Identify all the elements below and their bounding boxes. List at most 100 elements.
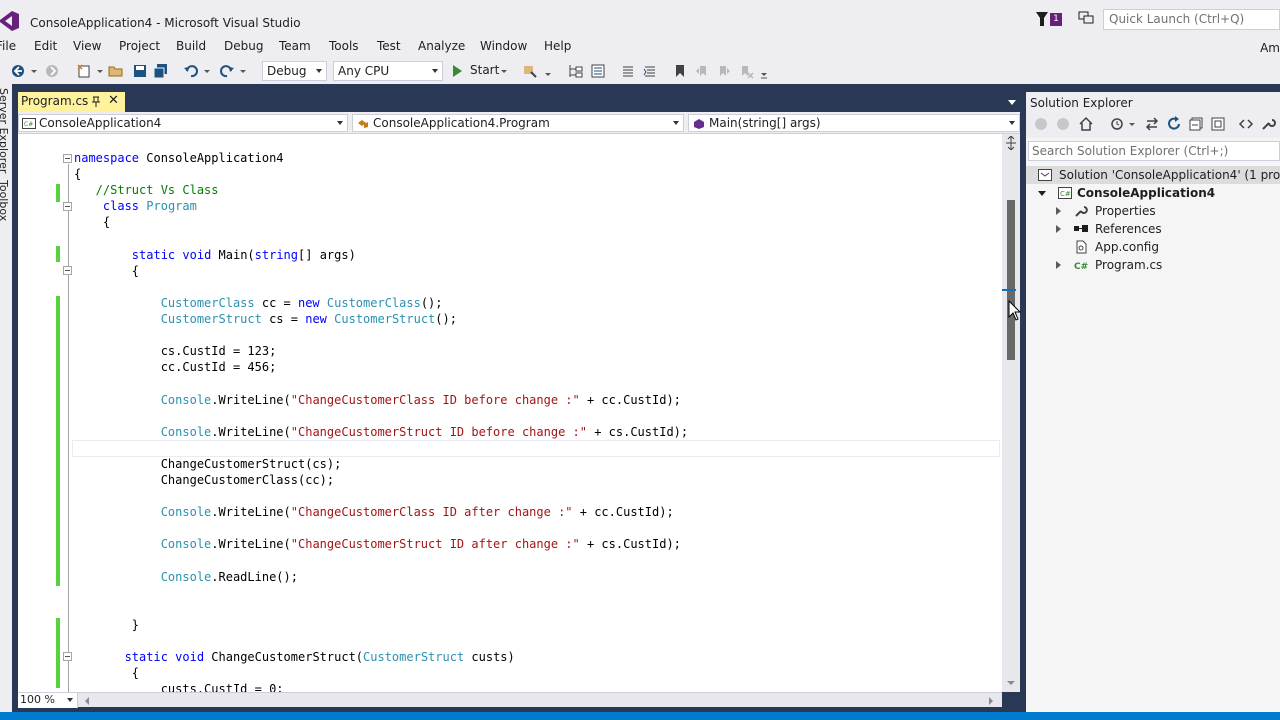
- collapse-main-icon[interactable]: [63, 266, 72, 275]
- menu-build[interactable]: Build: [176, 39, 206, 53]
- tree-item-properties[interactable]: Properties: [1026, 202, 1280, 220]
- filter-dropdown-icon[interactable]: [1128, 117, 1136, 131]
- split-window-icon[interactable]: [1005, 136, 1017, 150]
- save-icon[interactable]: [132, 63, 148, 79]
- expand-arrow-icon[interactable]: [1056, 225, 1061, 233]
- menu-test[interactable]: Test: [377, 39, 401, 53]
- code-line[interactable]: ChangeCustomerClass(cc);: [74, 473, 334, 487]
- code-line[interactable]: cs.CustId = 123;: [74, 344, 277, 358]
- code-line[interactable]: Console.WriteLine("ChangeCustomerStruct …: [74, 425, 688, 439]
- scrollbar-thumb[interactable]: [1007, 200, 1015, 360]
- bookmark-icon[interactable]: [672, 63, 688, 79]
- find-in-files-icon[interactable]: [522, 63, 538, 79]
- pin-icon[interactable]: [91, 96, 101, 108]
- code-line[interactable]: class Program: [74, 199, 197, 213]
- code-line[interactable]: {: [74, 215, 110, 229]
- code-line[interactable]: Console.WriteLine("ChangeCustomerClass I…: [74, 393, 681, 407]
- scroll-down-icon[interactable]: [1007, 679, 1015, 687]
- properties-window-icon[interactable]: [590, 63, 606, 79]
- code-line[interactable]: ChangeCustomerStruct(cs);: [74, 457, 342, 471]
- collapse-method-icon[interactable]: [63, 652, 72, 661]
- navigate-forward-icon[interactable]: [44, 63, 60, 79]
- undo-dropdown-icon[interactable]: [203, 63, 211, 79]
- solution-search-input[interactable]: Search Solution Explorer (Ctrl+;): [1028, 141, 1280, 161]
- pending-changes-filter-icon[interactable]: [1110, 117, 1124, 131]
- open-file-icon[interactable]: [108, 63, 124, 79]
- project-nav-select[interactable]: C# ConsoleApplication4: [18, 114, 348, 132]
- code-line[interactable]: Console.WriteLine("ChangeCustomerClass I…: [74, 505, 674, 519]
- code-line[interactable]: {: [74, 264, 139, 278]
- type-nav-select[interactable]: ConsoleApplication4.Program: [352, 114, 684, 132]
- solution-explorer-toggle-icon[interactable]: [568, 63, 584, 79]
- refresh-icon[interactable]: [1166, 116, 1182, 132]
- menu-project[interactable]: Project: [119, 39, 160, 53]
- menu-help[interactable]: Help: [544, 39, 571, 53]
- member-nav-select[interactable]: Main(string[] args): [688, 114, 1020, 132]
- server-explorer-tab[interactable]: Server Explorer: [0, 88, 10, 173]
- scroll-right-icon[interactable]: [988, 697, 994, 705]
- menu-debug[interactable]: Debug: [224, 39, 263, 53]
- code-editor[interactable]: namespace ConsoleApplication4 { //Struct …: [18, 134, 1002, 692]
- solution-platform-select[interactable]: Any CPU: [333, 61, 443, 81]
- save-all-icon[interactable]: [153, 63, 169, 79]
- menu-team[interactable]: Team: [279, 39, 311, 53]
- next-bookmark-icon[interactable]: [716, 63, 732, 79]
- code-line[interactable]: static void Main(string[] args): [74, 248, 356, 262]
- code-line[interactable]: cc.CustId = 456;: [74, 360, 277, 374]
- find-dropdown-icon[interactable]: [544, 63, 552, 79]
- home-icon[interactable]: [1078, 116, 1094, 132]
- redo-icon[interactable]: [219, 63, 235, 79]
- zoom-level-select[interactable]: 100 %: [18, 693, 78, 708]
- menu-view[interactable]: View: [73, 39, 101, 53]
- feedback-icon[interactable]: [1078, 11, 1094, 25]
- undo-icon[interactable]: [183, 63, 199, 79]
- collapse-arrow-icon[interactable]: [1038, 191, 1046, 196]
- tree-item-project[interactable]: C# ConsoleApplication4: [1026, 184, 1280, 202]
- toolbar-options-icon[interactable]: [760, 63, 768, 79]
- active-files-dropdown-icon[interactable]: [1008, 100, 1016, 105]
- view-code-icon[interactable]: [1238, 116, 1254, 132]
- tree-item-references[interactable]: References: [1026, 220, 1280, 238]
- scroll-left-icon[interactable]: [84, 697, 90, 705]
- code-line[interactable]: Console.ReadLine();: [74, 570, 298, 584]
- clear-bookmarks-icon[interactable]: [738, 63, 754, 79]
- code-line[interactable]: namespace ConsoleApplication4: [74, 151, 284, 165]
- code-line[interactable]: }: [74, 618, 139, 632]
- notifications-button[interactable]: 1: [1036, 12, 1066, 28]
- redo-dropdown-icon[interactable]: [239, 63, 247, 79]
- code-line[interactable]: {: [74, 666, 139, 680]
- vertical-scrollbar[interactable]: [1002, 134, 1020, 692]
- comment-lines-icon[interactable]: [620, 63, 636, 79]
- quick-launch-input[interactable]: Quick Launch (Ctrl+Q): [1103, 9, 1280, 30]
- menu-edit[interactable]: Edit: [34, 39, 57, 53]
- code-line[interactable]: CustomerClass cc = new CustomerClass();: [74, 296, 443, 310]
- tab-program-cs[interactable]: Program.cs ✕: [18, 92, 125, 112]
- user-account[interactable]: Am: [1260, 41, 1280, 55]
- start-dropdown-icon[interactable]: [500, 63, 508, 79]
- uncomment-lines-icon[interactable]: [642, 63, 658, 79]
- new-project-dropdown-icon[interactable]: [96, 63, 104, 79]
- code-line[interactable]: CustomerStruct cs = new CustomerStruct()…: [74, 312, 457, 326]
- back-dropdown-icon[interactable]: [30, 63, 38, 79]
- menu-window[interactable]: Window: [480, 39, 527, 53]
- code-line[interactable]: Console.WriteLine("ChangeCustomerStruct …: [74, 537, 681, 551]
- menu-analyze[interactable]: Analyze: [418, 39, 465, 53]
- navigate-back-icon[interactable]: [10, 63, 26, 79]
- code-line[interactable]: static void ChangeCustomerStruct(Custome…: [74, 650, 515, 664]
- collapse-namespace-icon[interactable]: [63, 154, 72, 163]
- show-all-files-icon[interactable]: [1210, 116, 1226, 132]
- previous-bookmark-icon[interactable]: [694, 63, 710, 79]
- properties-wrench-icon[interactable]: [1260, 116, 1276, 132]
- toolbox-tab[interactable]: Toolbox: [0, 180, 10, 221]
- close-tab-icon[interactable]: ✕: [108, 93, 119, 108]
- collapse-all-icon[interactable]: [1188, 116, 1204, 132]
- tree-item-app-config[interactable]: App.config: [1026, 238, 1280, 256]
- collapse-class-icon[interactable]: [63, 202, 72, 211]
- tree-item-program-cs[interactable]: C# Program.cs: [1026, 256, 1280, 274]
- tree-item-solution[interactable]: Solution 'ConsoleApplication4' (1 projec…: [1026, 166, 1280, 184]
- menu-tools[interactable]: Tools: [329, 39, 359, 53]
- new-project-icon[interactable]: [76, 63, 92, 79]
- expand-arrow-icon[interactable]: [1056, 261, 1061, 269]
- back-icon[interactable]: [1034, 117, 1048, 131]
- expand-arrow-icon[interactable]: [1056, 207, 1061, 215]
